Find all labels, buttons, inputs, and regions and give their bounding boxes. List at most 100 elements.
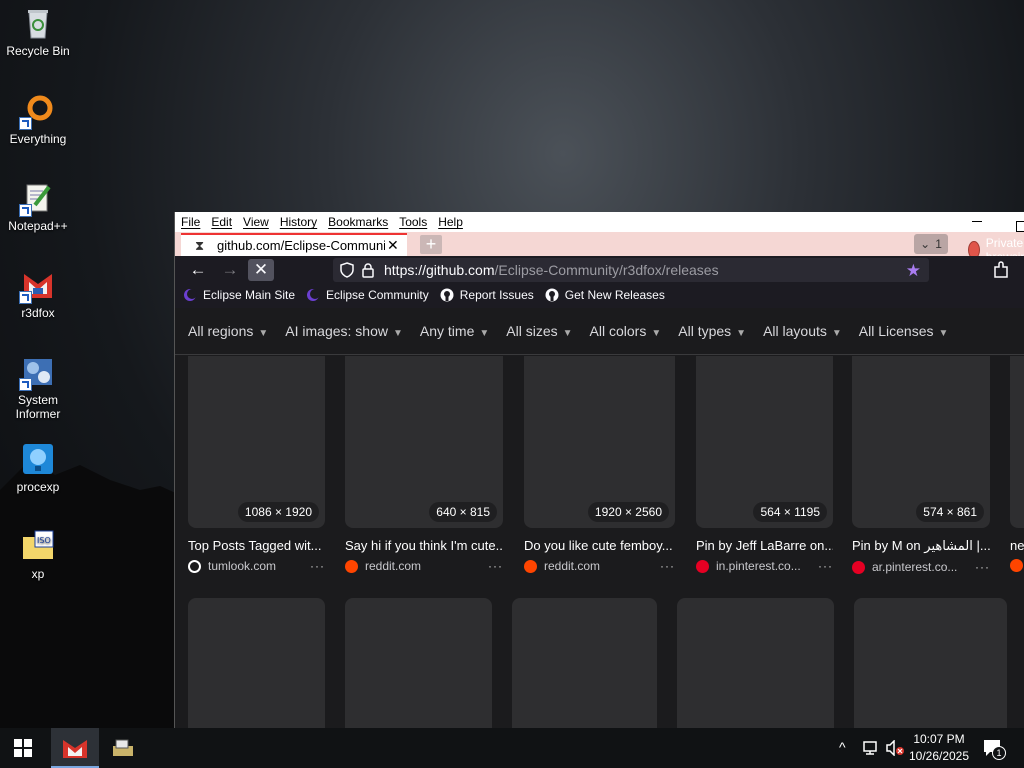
- more-options-icon[interactable]: ···: [310, 559, 325, 573]
- result-thumbnail[interactable]: 574 × 861: [852, 356, 990, 528]
- result-source[interactable]: reddit.com ···: [524, 559, 675, 573]
- result-source-label: reddit.com: [544, 559, 601, 573]
- result-source[interactable]: tumlook.com ···: [188, 559, 325, 573]
- system-clock[interactable]: 10:07 PM 10/26/2025: [906, 731, 972, 765]
- desktop-icon-everything[interactable]: Everything: [0, 94, 76, 146]
- more-options-icon[interactable]: ···: [975, 560, 990, 574]
- filter-colors[interactable]: All colors ▼: [590, 323, 662, 339]
- menu-history[interactable]: History: [280, 215, 317, 229]
- desktop-icon-r3dfox[interactable]: r3dfox: [0, 268, 76, 320]
- chevron-down-icon: ▼: [258, 328, 269, 339]
- menu-tools[interactable]: Tools: [399, 215, 427, 229]
- extensions-icon[interactable]: [991, 260, 1011, 280]
- result-source[interactable]: [1010, 559, 1024, 572]
- result-thumbnail[interactable]: [854, 598, 1007, 728]
- result-source[interactable]: reddit.com ···: [345, 559, 503, 573]
- result-card[interactable]: 640 × 815 Say hi if you think I'm cute..…: [345, 356, 503, 573]
- tab-close-icon[interactable]: ✕: [387, 237, 399, 254]
- result-title[interactable]: Do you like cute femboy...: [524, 538, 675, 553]
- r3dfox-icon: [19, 268, 55, 304]
- desktop-icon-notepadpp[interactable]: Notepad++: [0, 181, 76, 233]
- image-dimensions: 640 × 815: [429, 502, 497, 522]
- chevron-down-icon: ▼: [651, 328, 662, 339]
- browser-window: File Edit View History Bookmarks Tools H…: [174, 212, 1024, 728]
- result-source[interactable]: ar.pinterest.co... ···: [852, 560, 990, 574]
- bookmark-get-new-releases[interactable]: Get New Releases: [545, 288, 665, 302]
- site-favicon-icon: [188, 559, 201, 573]
- menu-bookmarks[interactable]: Bookmarks: [328, 215, 388, 229]
- result-card[interactable]: 574 × 861 Pin by M on المشاهير |... ar.p…: [852, 356, 990, 574]
- volume-muted-icon[interactable]: [885, 740, 905, 756]
- windows-start-icon[interactable]: [14, 739, 32, 757]
- bookmark-eclipse-community[interactable]: Eclipse Community: [306, 288, 429, 302]
- reddit-icon: [1010, 559, 1023, 572]
- url-bar[interactable]: https://github.com/Eclipse-Community/r3d…: [333, 258, 929, 282]
- result-title[interactable]: Say hi if you think I'm cute...: [345, 538, 503, 553]
- menu-file[interactable]: File: [181, 215, 200, 229]
- more-options-icon[interactable]: ···: [660, 559, 675, 573]
- more-options-icon[interactable]: ···: [488, 559, 503, 573]
- result-card[interactable]: 564 × 1195 Pin by Jeff LaBarre on... in.…: [696, 356, 833, 573]
- result-card[interactable]: 1086 × 1920 Top Posts Tagged wit... tuml…: [188, 356, 325, 573]
- filter-regions[interactable]: All regions ▼: [188, 323, 268, 339]
- menu-view[interactable]: View: [243, 215, 269, 229]
- result-title[interactable]: Top Posts Tagged wit...: [188, 538, 325, 553]
- result-title[interactable]: Pin by Jeff LaBarre on...: [696, 538, 833, 553]
- filter-time[interactable]: Any time ▼: [420, 323, 489, 339]
- maximize-button[interactable]: [1016, 221, 1024, 232]
- result-thumbnail[interactable]: [188, 598, 325, 728]
- github-icon: [545, 288, 559, 302]
- result-thumbnail[interactable]: [1010, 356, 1024, 528]
- desktop-icon-label: r3dfox: [21, 306, 55, 320]
- menu-edit[interactable]: Edit: [211, 215, 232, 229]
- search-results-page: All regions ▼ AI images: show ▼ Any time ▼ …: [175, 308, 1024, 728]
- lock-icon: [362, 263, 374, 278]
- filter-bar: All regions ▼ AI images: show ▼ Any time ▼ …: [175, 308, 1024, 355]
- result-thumbnail[interactable]: 1920 × 2560: [524, 356, 675, 528]
- back-arrow-icon[interactable]: ←: [185, 259, 211, 281]
- bookmark-eclipse-main-site[interactable]: Eclipse Main Site: [183, 288, 295, 302]
- network-icon[interactable]: [862, 740, 880, 756]
- desktop-icon-recycle-bin[interactable]: Recycle Bin: [0, 6, 76, 58]
- result-thumbnail[interactable]: 564 × 1195: [696, 356, 833, 528]
- new-tab-button[interactable]: +: [420, 235, 442, 254]
- desktop-icon-system-informer[interactable]: System Informer: [0, 355, 76, 421]
- menu-bar: File Edit View History Bookmarks Tools H…: [175, 212, 1024, 232]
- tab-count: 1: [935, 237, 942, 251]
- tab-active[interactable]: ⧗ github.com/Eclipse-Community/r3dfox/re…: [181, 233, 407, 256]
- notification-center-button[interactable]: 1: [982, 738, 1006, 760]
- result-thumbnail[interactable]: [677, 598, 834, 728]
- menu-help[interactable]: Help: [438, 215, 463, 229]
- taskbar-r3dfox[interactable]: [51, 728, 99, 768]
- bookmark-report-issues[interactable]: Report Issues: [440, 288, 534, 302]
- result-title[interactable]: new: [1010, 538, 1024, 553]
- result-thumbnail[interactable]: [345, 598, 492, 728]
- bookmark-label: Eclipse Main Site: [203, 288, 296, 302]
- stop-loading-icon[interactable]: ✕: [248, 259, 274, 281]
- desktop-icon-procexp[interactable]: procexp: [0, 442, 76, 494]
- result-source[interactable]: in.pinterest.co... ···: [696, 559, 833, 573]
- forward-arrow-icon[interactable]: →: [217, 259, 243, 281]
- result-card[interactable]: 1920 × 2560 Do you like cute femboy... r…: [524, 356, 675, 573]
- bookmark-label: Eclipse Community: [326, 288, 429, 302]
- desktop-icon-label: Everything: [9, 132, 67, 146]
- result-thumbnail[interactable]: 640 × 815: [345, 356, 503, 528]
- result-title[interactable]: Pin by M on المشاهير |...: [852, 538, 990, 554]
- filter-licenses[interactable]: All Licenses ▼: [859, 323, 949, 339]
- tab-strip: ⧗ github.com/Eclipse-Community/r3dfox/re…: [175, 232, 1024, 264]
- result-card[interactable]: new: [1010, 356, 1024, 572]
- filter-sizes[interactable]: All sizes ▼: [506, 323, 572, 339]
- filter-layouts[interactable]: All layouts ▼: [763, 323, 842, 339]
- filter-types[interactable]: All types ▼: [678, 323, 746, 339]
- show-hidden-icons-chevron-icon[interactable]: ^: [839, 739, 846, 755]
- bookmark-star-icon[interactable]: ★: [906, 261, 921, 281]
- desktop-icon-xp[interactable]: ISO xp: [0, 529, 76, 581]
- result-thumbnail[interactable]: 1086 × 1920: [188, 356, 325, 528]
- more-options-icon[interactable]: ···: [818, 559, 833, 573]
- list-all-tabs-button[interactable]: ⌄ 1: [914, 234, 948, 254]
- minimize-button[interactable]: [972, 221, 982, 222]
- filter-ai-images[interactable]: AI images: show ▼: [285, 323, 403, 339]
- bookmark-label: Report Issues: [459, 288, 534, 302]
- taskbar-system-tool[interactable]: [99, 728, 147, 768]
- result-thumbnail[interactable]: [512, 598, 657, 728]
